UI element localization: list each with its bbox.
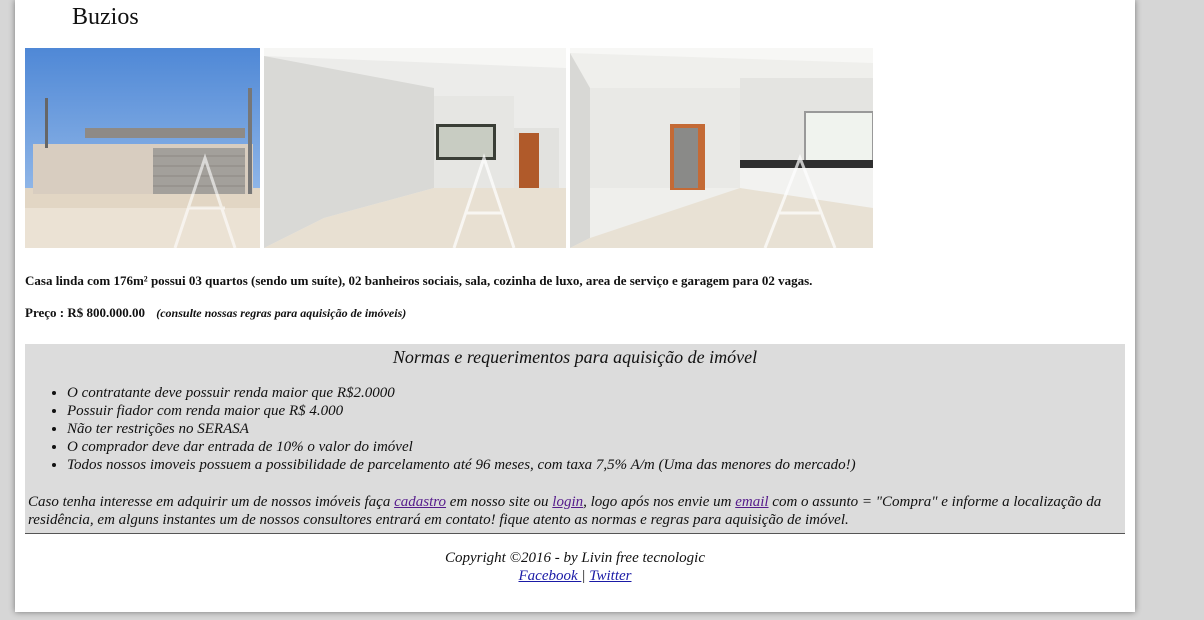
twitter-link[interactable]: Twitter: [589, 568, 631, 584]
login-link[interactable]: login: [552, 494, 583, 510]
page-title: Buzios: [72, 4, 139, 30]
property-description: Casa linda com 176m² possui 03 quartos (…: [25, 273, 813, 288]
copyright-text: Copyright ©2016 - by Livin free tecnolog…: [445, 550, 705, 566]
contact-text-2: em nosso site ou: [446, 494, 553, 510]
footer: Copyright ©2016 - by Livin free tecnolog…: [25, 549, 1125, 585]
email-link[interactable]: email: [735, 494, 768, 510]
rules-list-item: O comprador deve dar entrada de 10% o va…: [67, 438, 856, 456]
contact-text-3: , logo após nos envie um: [583, 494, 736, 510]
rules-section: Normas e requerimentos para aquisição de…: [25, 344, 1125, 534]
house-living-room-image: [264, 48, 566, 248]
rules-list-item: Possuir fiador com renda maior que R$ 4.…: [67, 402, 856, 420]
house-exterior-photo[interactable]: [25, 48, 260, 248]
social-links: Facebook | Twitter: [25, 567, 1125, 585]
house-living-room-photo[interactable]: [264, 48, 566, 248]
rules-heading: Normas e requerimentos para aquisição de…: [392, 347, 758, 367]
link-separator: |: [581, 568, 586, 584]
contact-text-1: Caso tenha interesse em adquirir um de n…: [28, 494, 395, 510]
rules-list-item: O contratante deve possuir renda maior q…: [67, 384, 856, 402]
price-line: Preço : R$ 800.000.00 (consulte nossas r…: [25, 305, 406, 321]
page-container: Buzios Casa linda com 176m² possui 03 qu…: [15, 0, 1135, 612]
rules-list-item: Todos nossos imoveis possuem a possibili…: [67, 456, 856, 474]
price-value: Preço : R$ 800.000.00: [25, 305, 145, 320]
contact-instructions: Caso tenha interesse em adquirir um de n…: [28, 493, 1118, 529]
price-note: (consulte nossas regras para aquisição d…: [156, 306, 407, 320]
house-kitchen-image: [570, 48, 873, 248]
cadastro-link[interactable]: cadastro: [394, 494, 446, 510]
rules-list-item: Não ter restrições no SERASA: [67, 420, 856, 438]
house-kitchen-photo[interactable]: [570, 48, 873, 248]
facebook-link[interactable]: Facebook: [519, 568, 582, 584]
house-exterior-image: [25, 48, 260, 248]
rules-list: O contratante deve possuir renda maior q…: [25, 384, 856, 474]
